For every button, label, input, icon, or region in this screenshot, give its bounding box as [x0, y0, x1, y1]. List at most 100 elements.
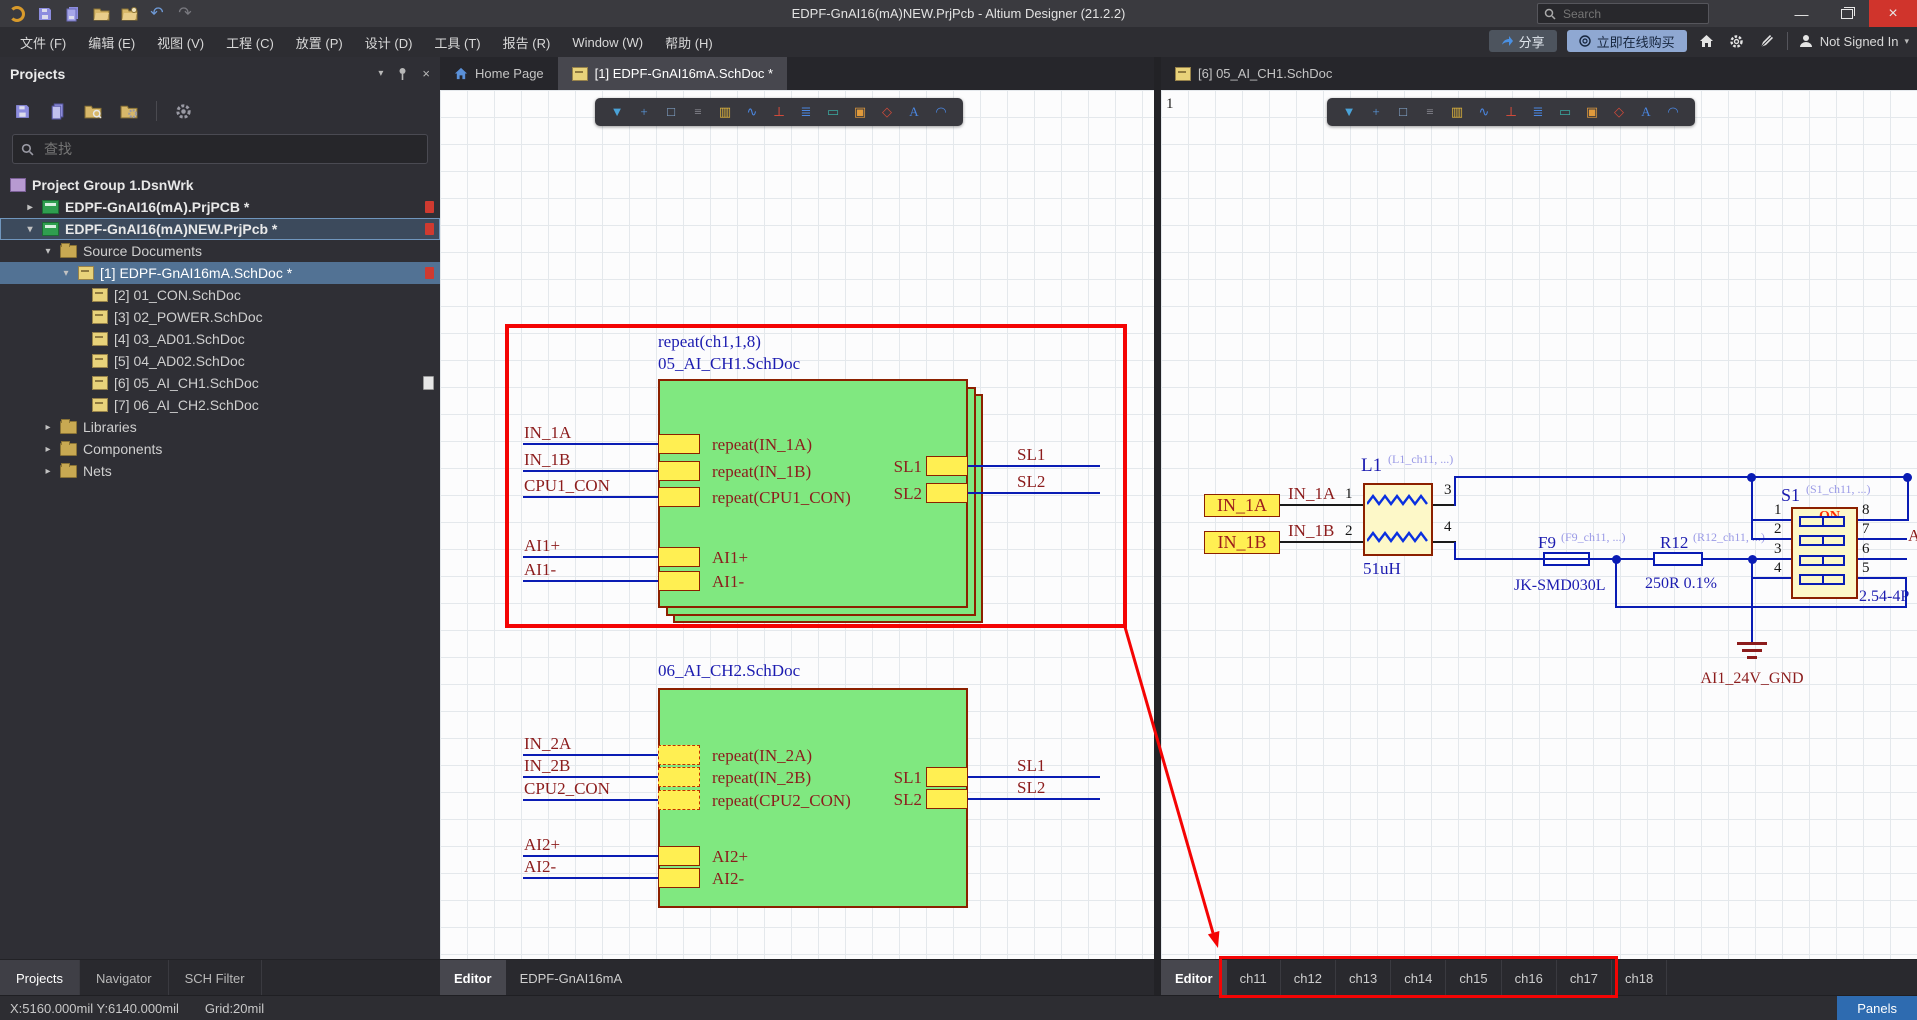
value-l1[interactable]: 51uH — [1363, 560, 1401, 578]
net-label[interactable]: IN_1B — [1288, 522, 1334, 540]
tab-ai-ch1-schdoc[interactable]: [6] 05_AI_CH1.SchDoc — [1161, 57, 1346, 90]
save-project-icon[interactable] — [14, 103, 31, 120]
designator-f9[interactable]: F9 — [1538, 533, 1556, 552]
tree-item-prjpcb-new[interactable]: ▾EDPF-GnAI16(mA)NEW.PrjPcb * — [0, 218, 440, 240]
wire[interactable] — [1752, 577, 1791, 579]
net-label[interactable]: CPU2_CON — [524, 780, 610, 798]
no-erc-icon[interactable]: ◇ — [877, 98, 897, 126]
expanded-arrow-icon[interactable]: ▾ — [60, 268, 72, 279]
wire[interactable] — [1280, 504, 1363, 506]
tree-item-project-group[interactable]: Project Group 1.DsnWrk — [0, 174, 440, 196]
close-button[interactable]: × — [1869, 0, 1917, 27]
sheet-entry[interactable] — [658, 846, 700, 866]
value-r12[interactable]: 250R 0.1% — [1645, 575, 1717, 593]
tree-item-05-ai-ch1[interactable]: [6] 05_AI_CH1.SchDoc — [0, 372, 440, 394]
dip-switch-element[interactable] — [1799, 574, 1845, 585]
clipped-net-label[interactable]: A — [1908, 527, 1917, 545]
gear-icon[interactable] — [1727, 31, 1747, 51]
wire-icon[interactable]: ∿ — [742, 98, 762, 126]
wire[interactable] — [1751, 477, 1753, 540]
wire[interactable] — [1454, 477, 1456, 506]
wire[interactable] — [1905, 578, 1907, 608]
no-erc-icon[interactable]: ◇ — [1609, 98, 1629, 126]
tree-item-libraries[interactable]: ▸Libraries — [0, 416, 440, 438]
redo-icon[interactable]: ↷ — [176, 5, 194, 23]
dip-switch-element[interactable] — [1799, 516, 1845, 527]
minimize-button[interactable]: — — [1779, 0, 1824, 27]
wire[interactable] — [523, 799, 658, 801]
menu-view[interactable]: 视图 (V) — [147, 29, 214, 56]
sign-in-control[interactable]: Not Signed In ▾ — [1798, 33, 1909, 49]
net-label[interactable]: IN_2A — [524, 735, 571, 753]
global-search-input[interactable] — [1561, 6, 1675, 22]
sheet-symbol-icon[interactable]: ▭ — [823, 98, 843, 126]
tree-item-06-ai-ch2[interactable]: [7] 06_AI_CH2.SchDoc — [0, 394, 440, 416]
tree-item-components[interactable]: ▸Components — [0, 438, 440, 460]
tab-navigator[interactable]: Navigator — [80, 960, 169, 996]
power-port-icon[interactable]: ⊥ — [1501, 98, 1521, 126]
wire[interactable] — [968, 798, 1100, 800]
tab-projects[interactable]: Projects — [0, 960, 80, 996]
comment-icon[interactable]: ▣ — [1582, 98, 1602, 126]
power-port-icon[interactable]: ⊥ — [769, 98, 789, 126]
columns-icon[interactable]: ▥ — [715, 98, 735, 126]
tree-item-prjpcb[interactable]: ▸EDPF-GnAI16(mA).PrjPCB * — [0, 196, 440, 218]
tree-item-nets[interactable]: ▸Nets — [0, 460, 440, 482]
wire[interactable] — [1858, 538, 1907, 540]
net-label[interactable]: AI2- — [524, 858, 556, 876]
editor-mode-tab[interactable]: Editor — [1161, 960, 1227, 996]
sheet-entry[interactable] — [658, 868, 700, 888]
panel-menu-icon[interactable]: ▾ — [378, 68, 383, 79]
explore-folder-icon[interactable] — [84, 103, 102, 119]
wire[interactable] — [523, 877, 658, 879]
settings-gear-icon[interactable] — [175, 103, 192, 120]
text-icon[interactable]: A — [1636, 98, 1656, 126]
wire[interactable] — [523, 776, 658, 778]
save-icon[interactable] — [36, 5, 54, 23]
restore-button[interactable] — [1824, 0, 1869, 27]
wire[interactable] — [1858, 577, 1907, 579]
home-icon[interactable] — [1697, 31, 1717, 51]
collapsed-arrow-icon[interactable]: ▸ — [24, 202, 36, 213]
wire[interactable] — [1454, 558, 1543, 560]
dip-switch-element[interactable] — [1799, 555, 1845, 566]
wire[interactable] — [1433, 504, 1456, 506]
save-all-icon[interactable] — [64, 5, 82, 23]
bus-icon[interactable]: ≣ — [796, 98, 816, 126]
projects-search-input[interactable] — [42, 140, 376, 158]
arc-icon[interactable]: ◠ — [931, 98, 951, 126]
arc-icon[interactable]: ◠ — [1663, 98, 1683, 126]
open-project-icon[interactable] — [120, 5, 138, 23]
buy-online-button[interactable]: 立即在线购买 — [1567, 30, 1687, 52]
collapsed-arrow-icon[interactable]: ▸ — [42, 444, 54, 455]
sheet-entry[interactable] — [658, 790, 700, 810]
wire[interactable] — [1752, 538, 1791, 540]
pin-icon[interactable] — [397, 67, 408, 80]
text-icon[interactable]: A — [904, 98, 924, 126]
sheet-filename[interactable]: 06_AI_CH2.SchDoc — [658, 662, 800, 680]
tree-item-04-ad02[interactable]: [5] 04_AD02.SchDoc — [0, 350, 440, 372]
compile-documents-icon[interactable] — [49, 103, 66, 120]
wire[interactable] — [1590, 558, 1653, 560]
wire[interactable] — [1907, 477, 1909, 521]
wire[interactable] — [1615, 560, 1617, 608]
global-search-box[interactable] — [1537, 3, 1709, 24]
share-button[interactable]: 分享 — [1489, 30, 1557, 52]
sheet-entry[interactable] — [926, 767, 968, 787]
tab-sch-filter[interactable]: SCH Filter — [169, 960, 262, 996]
menu-file[interactable]: 文件 (F) — [10, 29, 76, 56]
bus-icon[interactable]: ≣ — [1528, 98, 1548, 126]
tree-item-01-con[interactable]: [2] 01_CON.SchDoc — [0, 284, 440, 306]
crosshair-icon[interactable]: + — [634, 98, 654, 126]
wire[interactable] — [1454, 476, 1909, 478]
comment-icon[interactable]: ▣ — [850, 98, 870, 126]
menu-edit[interactable]: 编辑 (E) — [78, 29, 145, 56]
collapsed-arrow-icon[interactable]: ▸ — [42, 466, 54, 477]
wire[interactable] — [1433, 541, 1456, 543]
panel-close-icon[interactable]: × — [422, 66, 430, 81]
designator-l1[interactable]: L1 — [1361, 456, 1382, 475]
net-label[interactable]: IN_1A — [1288, 485, 1335, 503]
columns-icon[interactable]: ▥ — [1447, 98, 1467, 126]
net-label[interactable]: SL2 — [1017, 779, 1045, 797]
wire[interactable] — [1751, 560, 1753, 642]
